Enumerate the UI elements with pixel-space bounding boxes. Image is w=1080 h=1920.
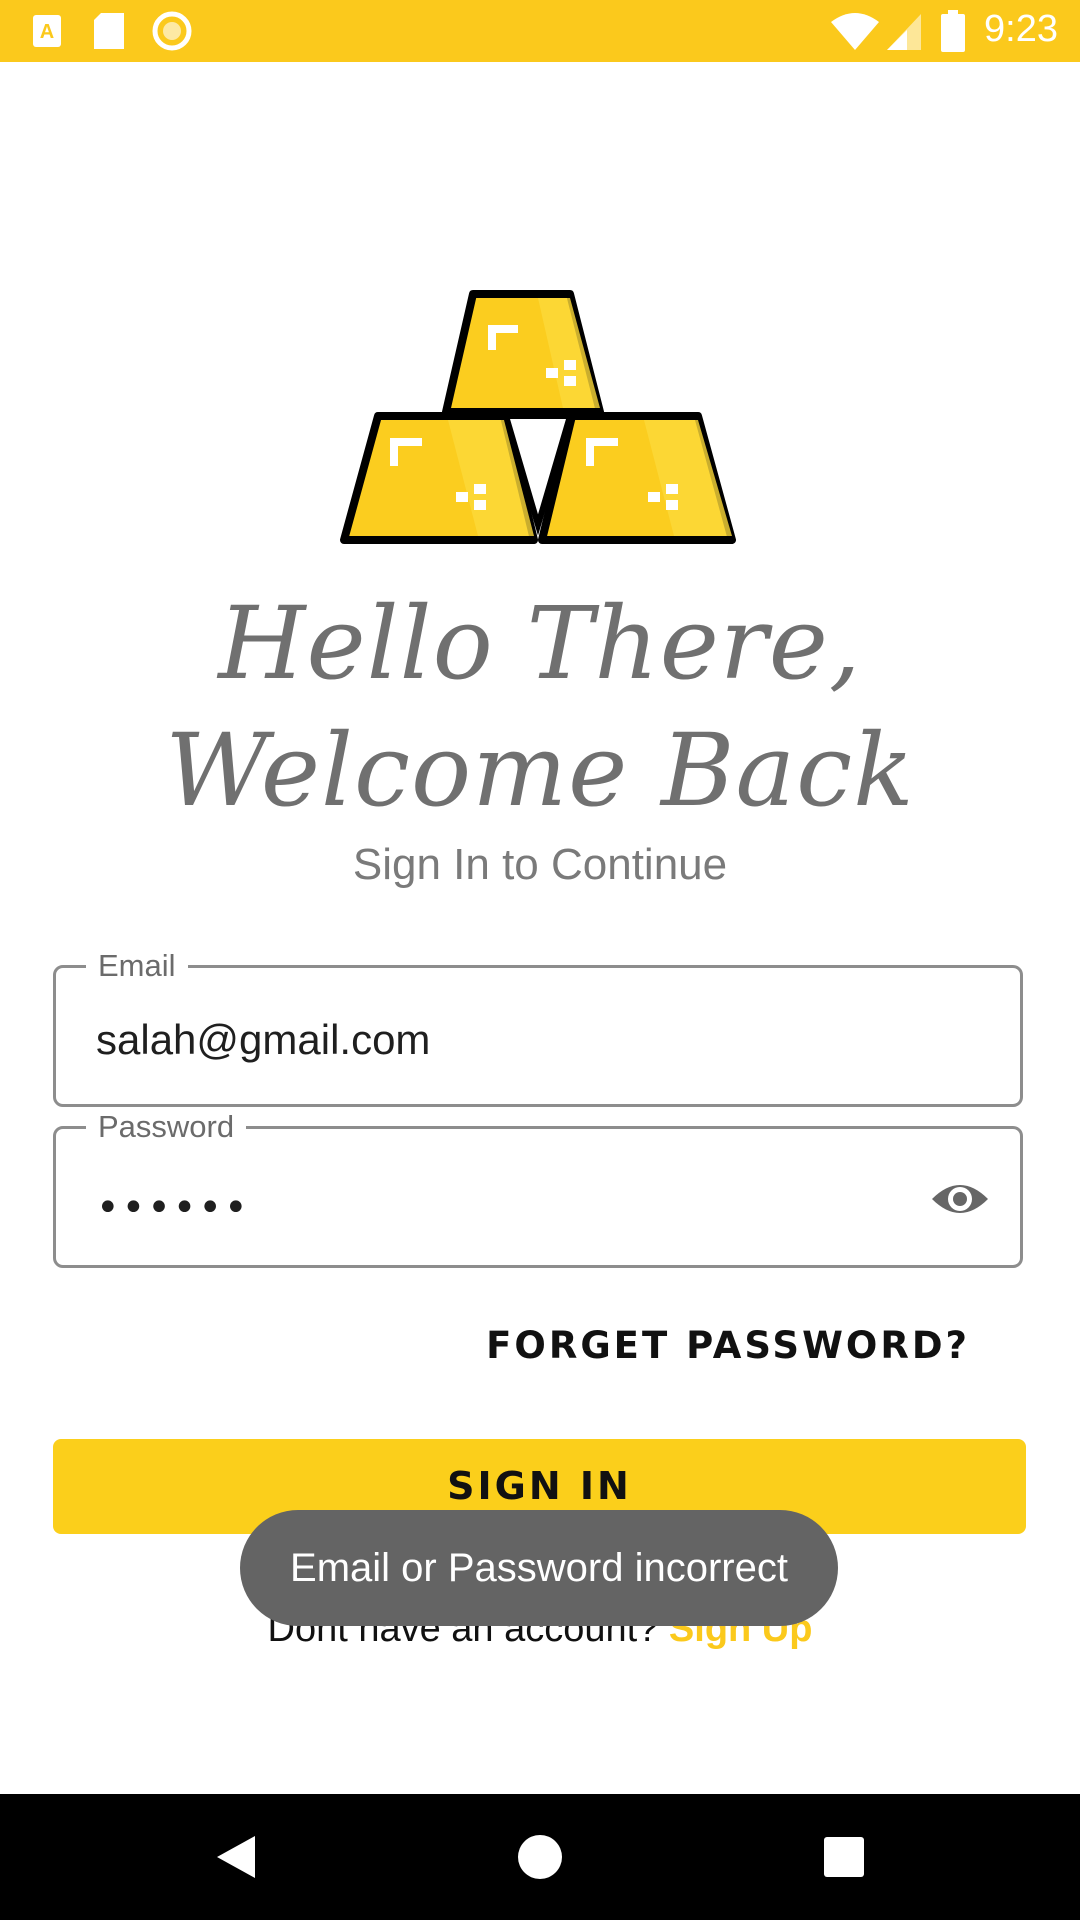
subtitle: Sign In to Continue — [352, 840, 728, 889]
recents-icon[interactable] — [784, 1794, 904, 1920]
gold-bars-logo — [340, 290, 736, 544]
signal-icon — [887, 14, 921, 50]
eye-icon[interactable] — [930, 1177, 990, 1221]
email-label: Email — [86, 948, 188, 984]
forget-password-link[interactable]: FORGET PASSWORD? — [486, 1324, 970, 1367]
password-value[interactable]: •••••• — [96, 1185, 250, 1231]
sync-circle-icon — [152, 11, 192, 51]
email-value[interactable]: salah@gmail.com — [96, 1016, 430, 1064]
svg-text:A: A — [40, 21, 54, 43]
sd-card-icon — [94, 13, 124, 49]
home-icon[interactable] — [480, 1794, 600, 1920]
status-bar: A 9:23 — [0, 0, 1080, 62]
back-icon[interactable] — [175, 1794, 295, 1920]
greeting-line-1: Hello There, — [218, 585, 862, 702]
battery-icon — [941, 10, 965, 52]
error-toast: Email or Password incorrect — [240, 1510, 838, 1626]
password-label: Password — [86, 1109, 247, 1145]
greeting-line-2: Welcome Back — [165, 712, 915, 829]
password-field[interactable]: Password •••••• — [53, 1109, 1023, 1268]
navigation-bar — [0, 1794, 1080, 1920]
clock: 9:23 — [984, 8, 1058, 50]
app-a-icon: A — [33, 15, 61, 47]
email-field[interactable]: Email salah@gmail.com — [53, 948, 1023, 1107]
wifi-icon — [831, 13, 879, 50]
